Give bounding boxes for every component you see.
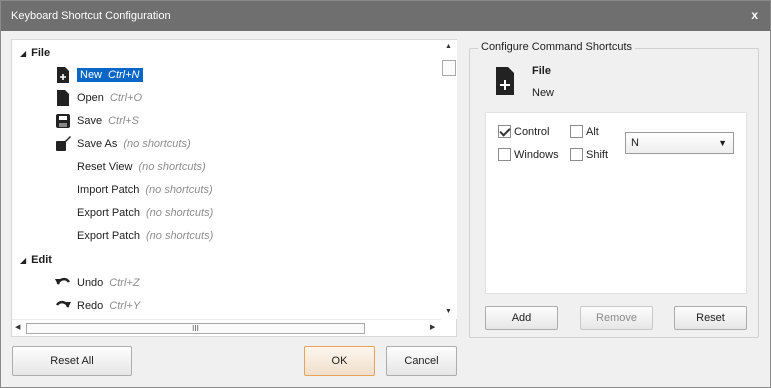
windows-checkbox[interactable]: Windows (498, 148, 559, 162)
tree-group-edit[interactable]: ◢ Edit (20, 250, 52, 270)
key-select[interactable]: N ▼ (625, 132, 734, 154)
shift-checkbox[interactable]: Shift (570, 148, 608, 162)
tree-item-new[interactable]: New Ctrl+N (55, 65, 255, 85)
title-bar: Keyboard Shortcut Configuration x (1, 1, 770, 31)
save-as-icon (56, 136, 71, 151)
command-group-label: File (532, 65, 551, 77)
command-name-label: New (532, 87, 555, 99)
configure-shortcuts-title: Configure Command Shortcuts (478, 41, 636, 53)
remove-button[interactable]: Remove (580, 306, 653, 330)
key-select-value: N (631, 137, 639, 149)
new-file-icon (496, 67, 514, 95)
scroll-down-icon[interactable]: ▼ (445, 308, 452, 315)
command-tree: ◢ File New Ctrl+N Open Ctrl+O Save Ctrl+S Sa… (11, 39, 457, 337)
expand-triangle-icon[interactable]: ◢ (20, 44, 26, 64)
close-button[interactable]: x (751, 8, 758, 22)
tree-group-label: Edit (31, 254, 52, 266)
redo-icon (55, 300, 71, 308)
horizontal-scroll-thumb[interactable]: III (26, 323, 365, 334)
scroll-up-icon[interactable]: ▲ (445, 43, 452, 50)
ok-button[interactable]: OK (304, 346, 375, 376)
new-file-icon (57, 67, 69, 83)
scroll-right-icon[interactable]: ▶ (430, 323, 435, 331)
chevron-down-icon[interactable]: ▼ (718, 133, 727, 153)
save-icon (56, 114, 70, 128)
vertical-scrollbar[interactable]: ▲ ▼ (441, 40, 457, 319)
alt-checkbox[interactable]: Alt (570, 125, 599, 139)
expand-triangle-icon[interactable]: ◢ (20, 251, 26, 271)
vertical-scroll-thumb[interactable] (442, 60, 456, 76)
shortcut-dialog: Keyboard Shortcut Configuration x ◢ File … (0, 0, 771, 388)
control-checkbox[interactable]: Control (498, 125, 549, 139)
open-file-icon (57, 90, 69, 106)
tree-group-file[interactable]: ◢ File (20, 43, 50, 63)
undo-icon (55, 277, 71, 285)
checkbox-icon[interactable] (570, 148, 583, 161)
reset-button[interactable]: Reset (674, 306, 747, 330)
checkbox-icon[interactable] (570, 125, 583, 138)
checkbox-checked-icon[interactable] (498, 125, 511, 138)
checkbox-icon[interactable] (498, 148, 511, 161)
cancel-button[interactable]: Cancel (386, 346, 457, 376)
reset-all-button[interactable]: Reset All (12, 346, 132, 376)
scroll-grip: III (192, 324, 199, 333)
horizontal-scrollbar[interactable]: ◀ III ▶ (12, 319, 441, 336)
window-title: Keyboard Shortcut Configuration (11, 10, 171, 22)
add-button[interactable]: Add (485, 306, 558, 330)
scroll-left-icon[interactable]: ◀ (15, 323, 20, 331)
tree-group-label: File (31, 47, 51, 59)
